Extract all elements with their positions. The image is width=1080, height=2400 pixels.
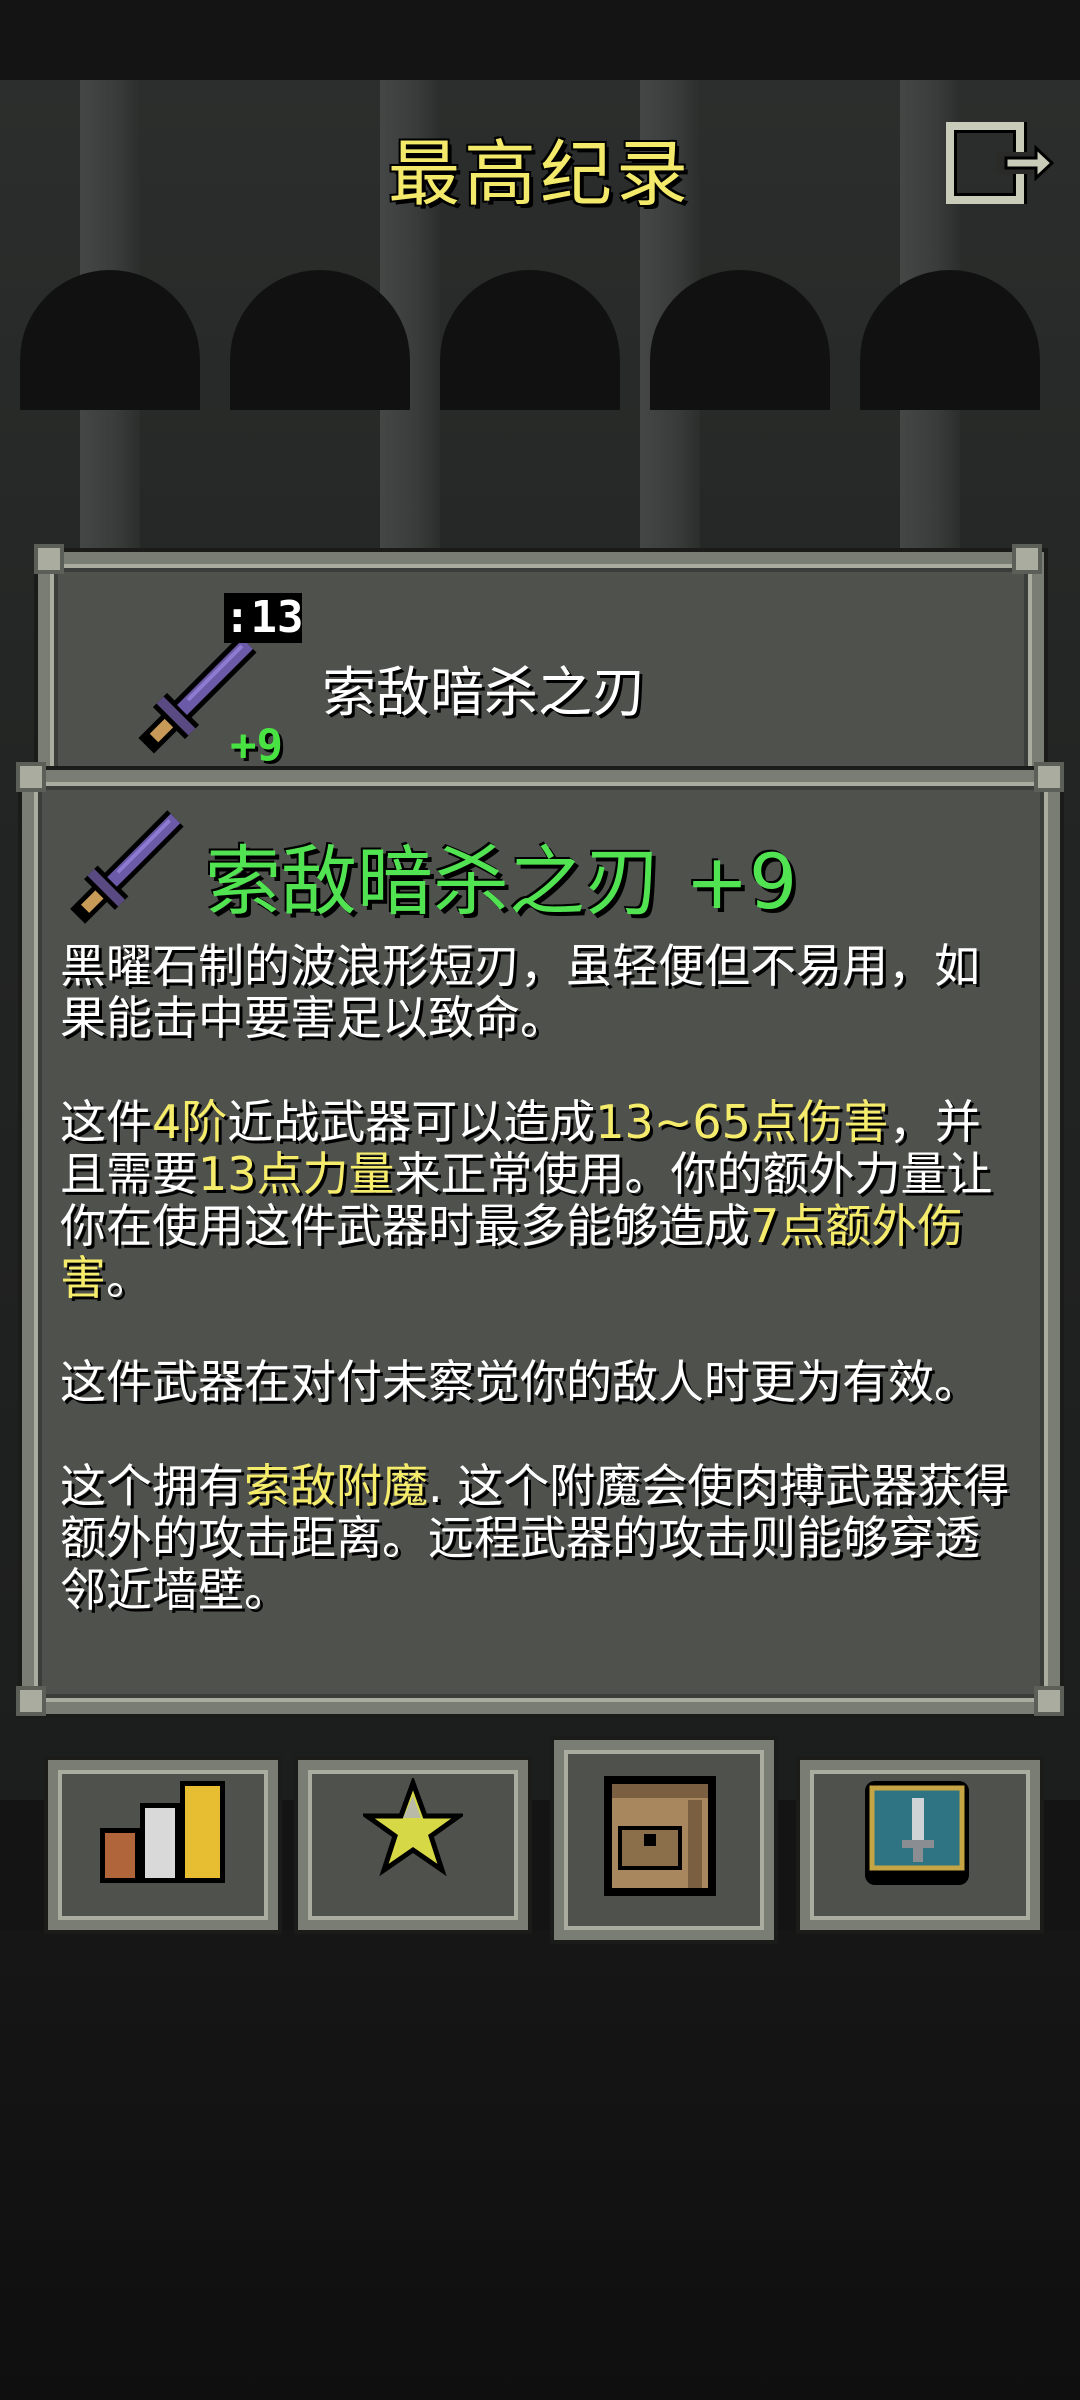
panel-corner (16, 1686, 46, 1716)
stats-icon (100, 1781, 225, 1883)
highlight-enchantment: 索敌附魔 (244, 1459, 428, 1513)
description-paragraph-2: 这件4阶近战武器可以造成13~65点伤害，并且需要13点力量来正常使用。你的额外… (60, 1095, 993, 1305)
dagger-icon (70, 810, 184, 924)
panel-corner (16, 762, 46, 792)
panel-corner (1012, 544, 1042, 574)
item-name: 索敌暗杀之刃 (322, 661, 646, 724)
page-title: 最高纪录 (387, 132, 692, 216)
talents-sword-icon (865, 1781, 969, 1885)
badges-star-icon (363, 1778, 463, 1877)
dungeon-floor-background (0, 1930, 1080, 2400)
description-paragraph-3: 这件武器在对付未察觉你的敌人时更为有效。 (60, 1355, 980, 1409)
description-paragraph-1: 黑曜石制的波浪形短刃，虽轻便但不易用，如果能击中要害足以致命。 (60, 939, 980, 1045)
exit-icon[interactable] (946, 122, 1056, 204)
level-badge: +9 (230, 720, 283, 771)
panel-corner (34, 544, 64, 574)
panel-corner (1034, 762, 1064, 792)
highlight-damage: 13~65点伤害 (595, 1095, 889, 1149)
tier-badge: :13 (224, 592, 304, 643)
highlight-strength: 13点力量 (198, 1147, 395, 1201)
item-description: 黑曜石制的波浪形短刃，虽轻便但不易用，如果能击中要害足以致命。 这件4阶近战武器… (60, 940, 1025, 1668)
item-detail-title: 索敌暗杀之刃 +9 (205, 837, 798, 926)
description-paragraph-4: 这个拥有索敌附魔. 这个附魔会使肉搏武器获得额外的攻击距离。远程武器的攻击则能够… (60, 1459, 1010, 1617)
highlight-tier: 4阶 (152, 1095, 228, 1149)
inventory-backpack-icon (604, 1776, 716, 1896)
panel-corner (1034, 1686, 1064, 1716)
